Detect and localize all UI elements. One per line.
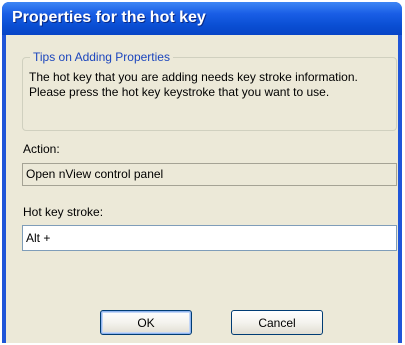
ok-button[interactable]: OK	[100, 310, 192, 335]
dialog-title: Properties for the hot key	[12, 9, 206, 26]
tips-legend: Tips on Adding Properties	[30, 50, 173, 64]
dialog-body: Tips on Adding Properties The hot key th…	[6, 35, 398, 343]
title-bar[interactable]: Properties for the hot key	[2, 2, 402, 35]
hotkey-label: Hot key stroke:	[23, 205, 104, 219]
hotkey-input[interactable]	[22, 225, 397, 251]
tips-groupbox: Tips on Adding Properties The hot key th…	[22, 50, 397, 131]
action-label: Action:	[23, 142, 60, 156]
properties-dialog: Properties for the hot key Tips on Addin…	[2, 2, 402, 343]
action-field: Open nView control panel	[22, 163, 397, 186]
tips-text: The hot key that you are adding needs ke…	[29, 70, 358, 99]
cancel-button[interactable]: Cancel	[231, 310, 323, 335]
